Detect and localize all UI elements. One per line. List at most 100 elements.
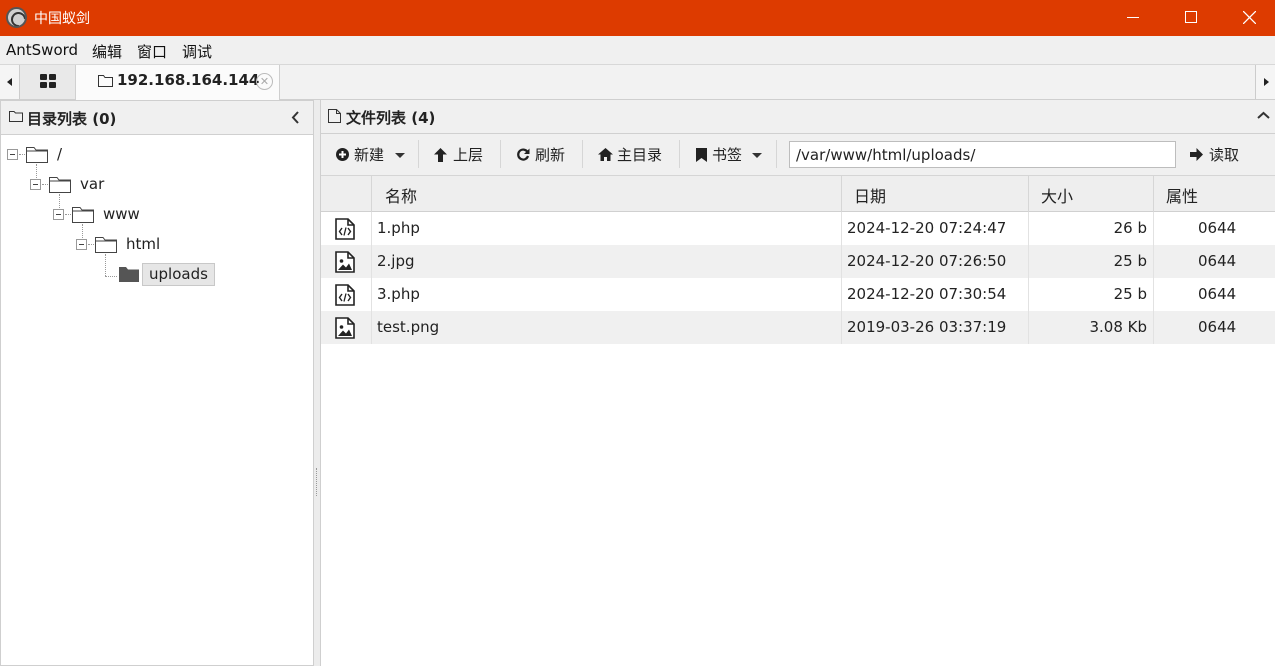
minimize-button[interactable] [1103, 0, 1161, 36]
menu-window[interactable]: 窗口 [137, 41, 167, 62]
file-list-panel-header: 文件列表 (4) [321, 100, 1275, 134]
file-name-cell: 3.php [371, 278, 841, 311]
toolbar-separator [679, 140, 680, 168]
tree-node-label: / [57, 145, 63, 163]
menu-bar: AntSword 编辑 窗口 调试 [0, 36, 1275, 64]
tree-node-uploads[interactable]: uploads [117, 263, 237, 287]
tree-connector [42, 184, 48, 185]
path-input[interactable] [789, 141, 1176, 168]
table-row[interactable]: 2.jpg 2024-12-20 07:26:50 25 b 0644 [321, 245, 1275, 278]
arrow-up-icon [434, 148, 447, 162]
tree-collapse-toggle[interactable] [30, 179, 41, 190]
file-attr-cell: 0644 [1153, 245, 1275, 278]
column-header-size[interactable]: 大小 [1028, 176, 1153, 212]
maximize-button[interactable] [1161, 0, 1219, 36]
file-date-cell: 2024-12-20 07:30:54 [841, 278, 1028, 311]
column-header-icon [321, 176, 371, 212]
tree-node-label: var [80, 175, 105, 193]
file-name-cell: 2.jpg [371, 245, 841, 278]
tab-scroll-left-button[interactable] [0, 65, 20, 99]
table-row[interactable]: 1.php 2024-12-20 07:24:47 26 b 0644 [321, 212, 1275, 245]
home-directory-label: 主目录 [617, 146, 663, 164]
tab-bar: 192.168.164.144 ✕ [0, 64, 1275, 100]
app-logo-icon [6, 7, 27, 28]
folder-icon [95, 237, 117, 253]
bookmark-button[interactable]: 书签 [696, 142, 768, 168]
menu-debug[interactable]: 调试 [182, 41, 212, 62]
file-attr-cell: 0644 [1153, 311, 1275, 344]
tree-node-root[interactable]: / [7, 143, 207, 167]
plus-circle-icon [336, 148, 349, 161]
menu-antsword[interactable]: AntSword [6, 41, 78, 59]
column-header-name[interactable]: 名称 [371, 176, 841, 212]
chevron-up-icon[interactable] [1257, 111, 1270, 120]
refresh-icon [517, 148, 530, 161]
arrow-right-icon [1190, 148, 1203, 161]
file-name-cell: test.png [371, 311, 841, 344]
window-title: 中国蚁剑 [34, 11, 90, 27]
tree-connector [105, 254, 106, 276]
menu-edit[interactable]: 编辑 [92, 41, 122, 62]
close-button[interactable] [1219, 0, 1275, 36]
file-size-cell: 25 b [1028, 245, 1153, 278]
parent-directory-label: 上层 [453, 146, 484, 164]
bookmark-label: 书签 [712, 146, 743, 164]
image-file-icon [335, 251, 355, 273]
title-bar: 中国蚁剑 [0, 0, 1275, 36]
toolbar-separator [776, 140, 777, 168]
bookmark-icon [696, 148, 707, 162]
caret-down-icon [395, 153, 405, 158]
chevron-left-icon[interactable] [291, 111, 300, 124]
tree-collapse-toggle[interactable] [7, 149, 18, 160]
home-icon [598, 148, 613, 161]
tree-connector [19, 154, 25, 155]
read-button[interactable]: 读取 [1190, 142, 1250, 168]
file-date-cell: 2019-03-26 03:37:19 [841, 311, 1028, 344]
file-size-cell: 25 b [1028, 278, 1153, 311]
tree-connector [105, 276, 117, 277]
file-attr-cell: 0644 [1153, 278, 1275, 311]
file-date-cell: 2024-12-20 07:26:50 [841, 245, 1028, 278]
code-file-icon [335, 284, 355, 306]
tree-node-label: html [126, 235, 161, 253]
tree-node-label-selected: uploads [142, 263, 215, 286]
file-type-cell [321, 278, 371, 311]
refresh-button[interactable]: 刷新 [516, 142, 572, 168]
folder-icon [9, 111, 23, 122]
folder-icon [98, 75, 113, 87]
toolbar-separator [418, 140, 419, 168]
tree-connector [88, 244, 94, 245]
tab-close-button[interactable]: ✕ [256, 73, 273, 90]
tree-collapse-toggle[interactable] [76, 239, 87, 250]
code-file-icon [335, 218, 355, 240]
tab-home[interactable] [20, 65, 76, 99]
parent-directory-button[interactable]: 上层 [434, 142, 490, 168]
tree-node-label: www [103, 205, 140, 223]
tab-session[interactable]: 192.168.164.144 ✕ [76, 65, 280, 100]
toolbar-separator [500, 140, 501, 168]
tree-node-html[interactable]: html [76, 233, 276, 257]
refresh-label: 刷新 [535, 146, 566, 164]
file-size-cell: 26 b [1028, 212, 1153, 245]
home-directory-button[interactable]: 主目录 [598, 142, 670, 168]
file-name-cell: 1.php [371, 212, 841, 245]
caret-down-icon [752, 153, 762, 158]
folder-filled-icon [119, 267, 139, 282]
file-date-cell: 2024-12-20 07:24:47 [841, 212, 1028, 245]
column-header-date[interactable]: 日期 [841, 176, 1028, 212]
file-icon [328, 109, 341, 123]
file-toolbar: 新建 上层 刷新 主目录 书签 /var/www/html/uploads/ 读… [321, 134, 1275, 176]
tree-node-var[interactable]: var [30, 173, 230, 197]
new-button[interactable]: 新建 [336, 142, 408, 168]
tab-scroll-right-button[interactable] [1255, 65, 1275, 99]
read-label: 读取 [1209, 146, 1240, 164]
column-header-attr[interactable]: 属性 [1153, 176, 1275, 212]
table-row[interactable]: 3.php 2024-12-20 07:30:54 25 b 0644 [321, 278, 1275, 311]
table-row[interactable]: test.png 2019-03-26 03:37:19 3.08 Kb 064… [321, 311, 1275, 344]
directory-panel-header: 目录列表 (0) [1, 101, 313, 135]
file-type-cell [321, 245, 371, 278]
tree-node-www[interactable]: www [53, 203, 253, 227]
close-icon [1243, 11, 1256, 24]
folder-icon [49, 177, 71, 193]
tree-collapse-toggle[interactable] [53, 209, 64, 220]
